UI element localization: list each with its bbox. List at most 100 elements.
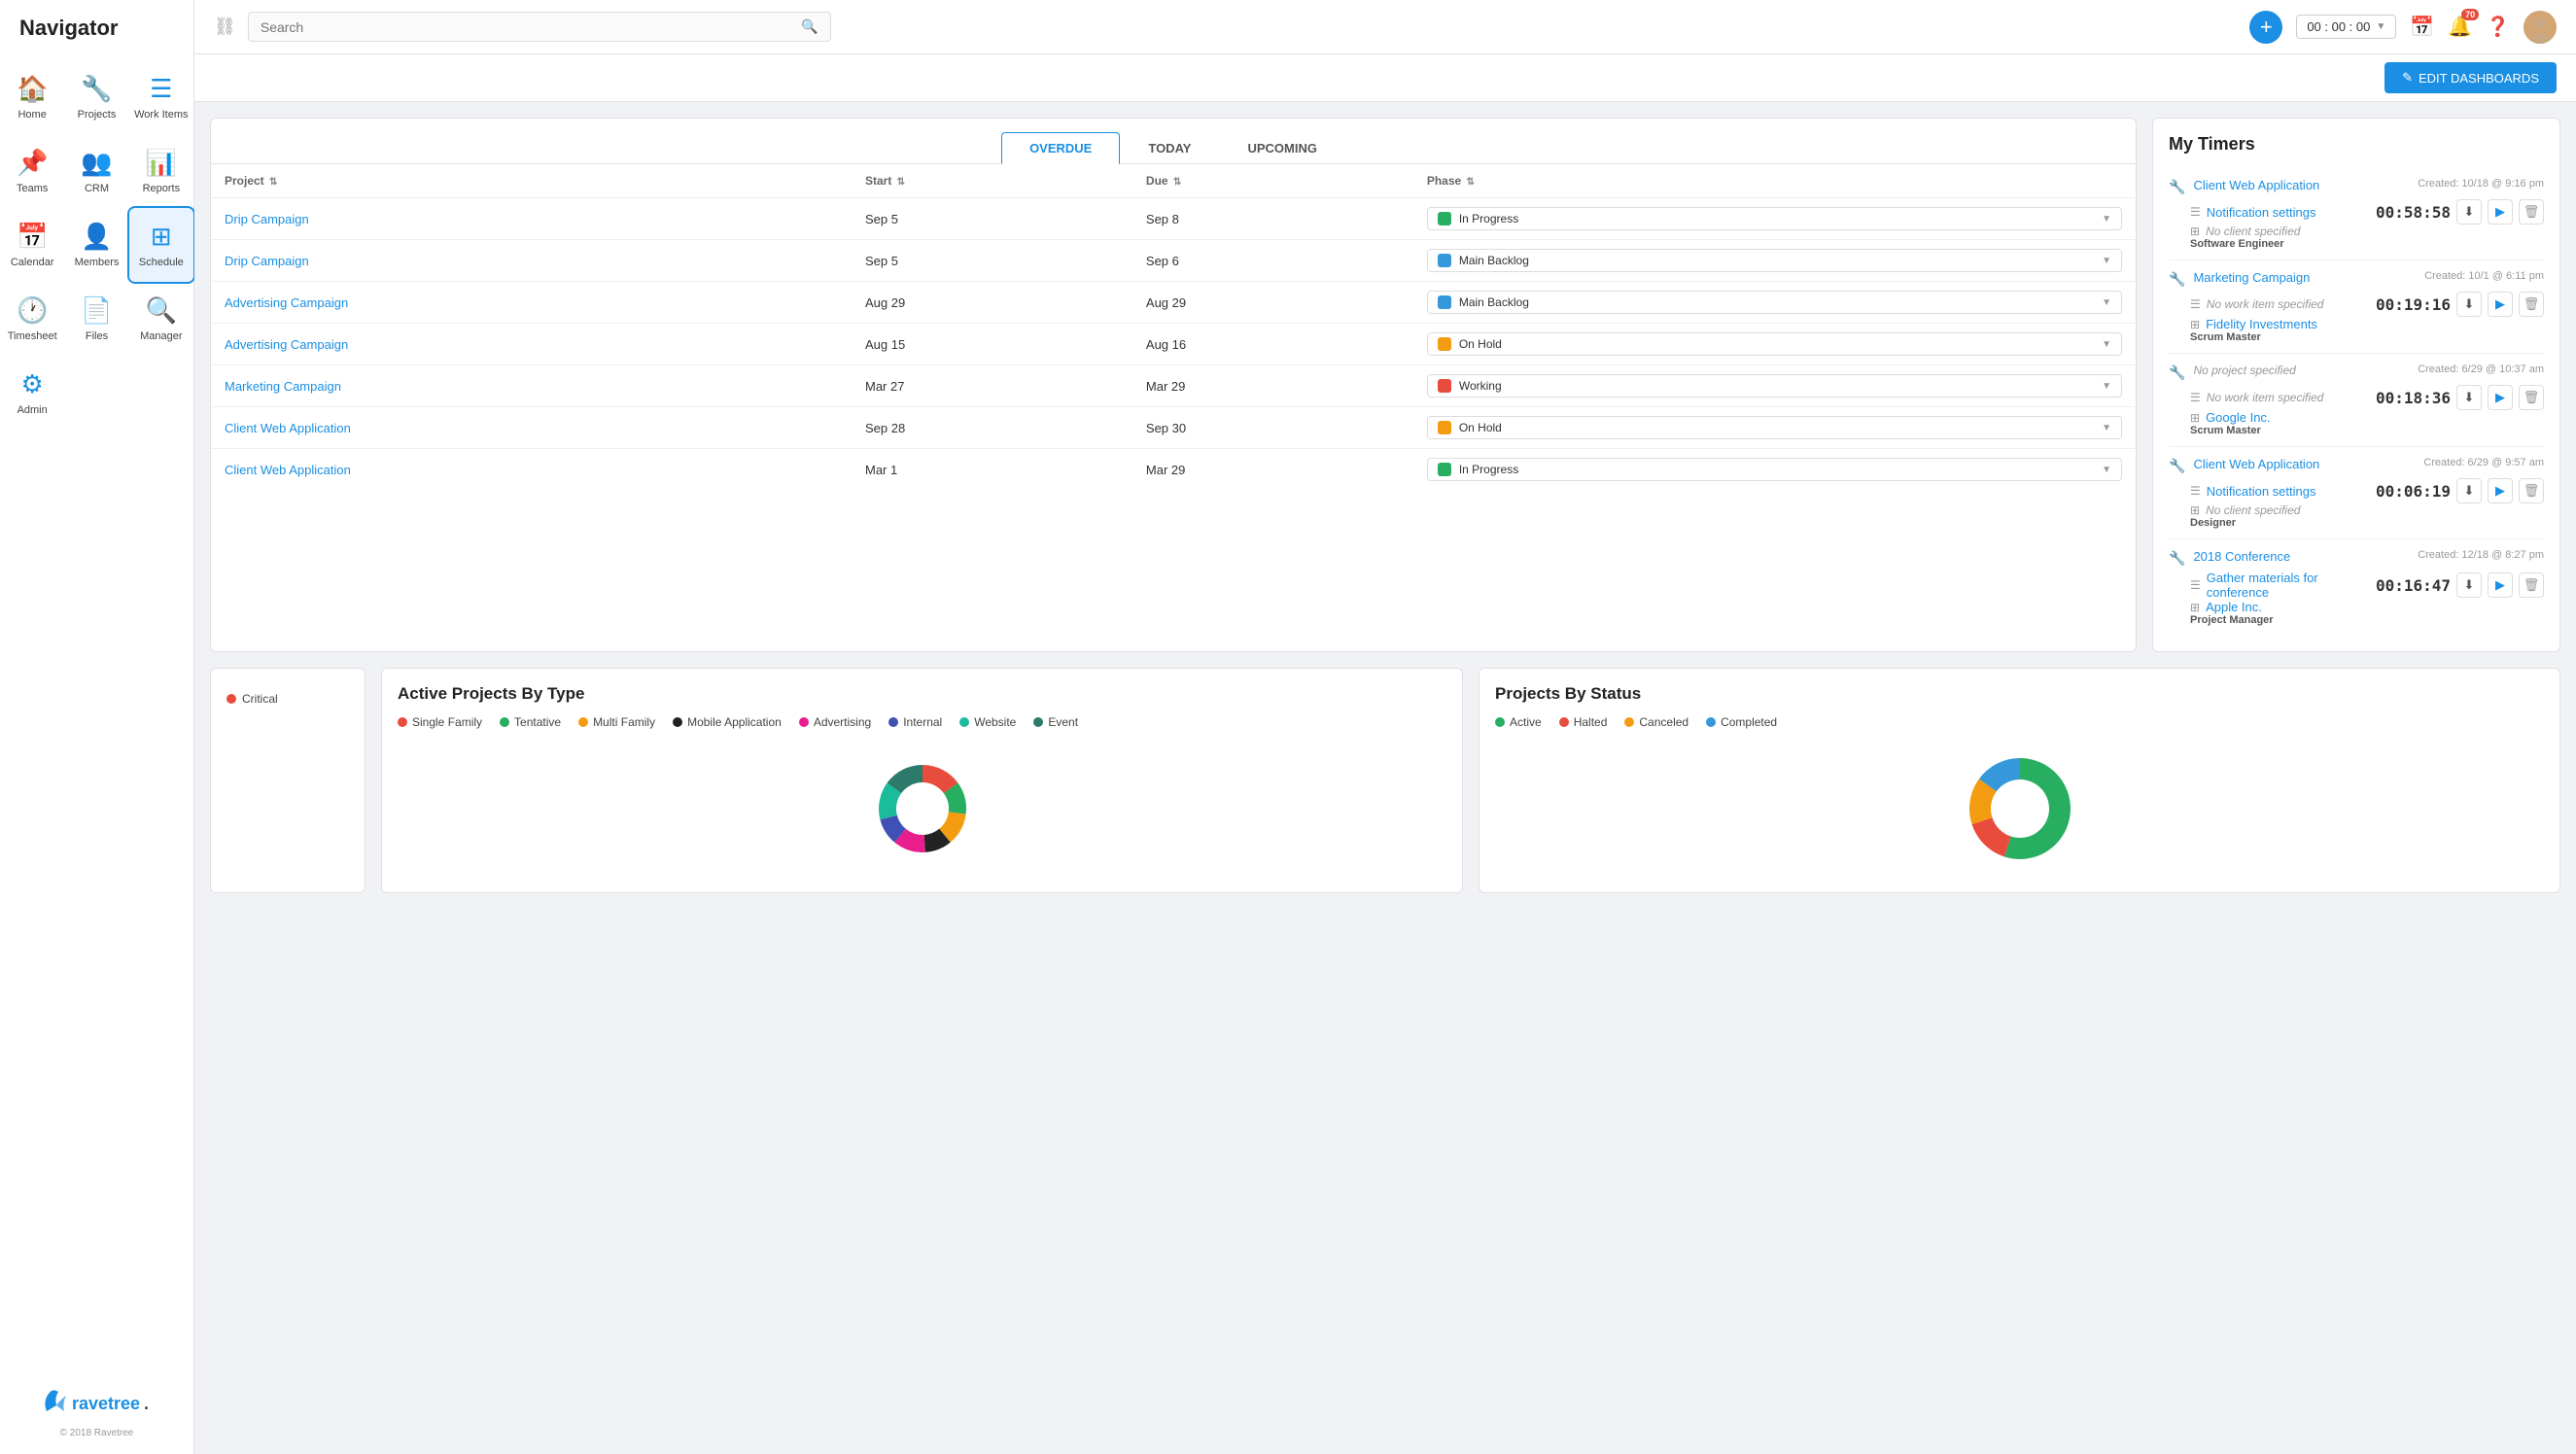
timer-row1: 🔧 Client Web Application Created: 10/18 … — [2169, 178, 2544, 195]
legend-item: Multi Family — [578, 715, 655, 729]
active-projects-card: Active Projects By Type Single Family Te… — [381, 668, 1463, 893]
timer-play-btn[interactable]: ▶ — [2488, 199, 2513, 225]
timer-role: Designer — [2190, 517, 2544, 529]
timer-delete-btn[interactable]: 🗑 — [2519, 478, 2544, 503]
help-btn[interactable]: ❓ — [2486, 15, 2510, 39]
timer-delete-btn[interactable]: 🗑 — [2519, 199, 2544, 225]
project-cell: Client Web Application — [211, 449, 852, 491]
wi-tab-upcoming[interactable]: UPCOMING — [1219, 132, 1345, 163]
sidebar-item-admin[interactable]: ⚙ Admin — [0, 356, 64, 430]
link-icon[interactable]: ⛓ — [214, 17, 236, 37]
legend-item: Single Family — [398, 715, 482, 729]
avatar[interactable] — [2524, 11, 2557, 44]
phase-badge[interactable]: Main Backlog ▼ — [1427, 249, 2122, 272]
phase-text: In Progress — [1459, 212, 2094, 225]
phase-badge[interactable]: Main Backlog ▼ — [1427, 291, 2122, 314]
phase-badge[interactable]: On Hold ▼ — [1427, 416, 2122, 439]
project-link[interactable]: Drip Campaign — [225, 212, 309, 226]
sidebar-item-manager[interactable]: 🔍 Manager — [129, 282, 193, 356]
project-link[interactable]: Client Web Application — [225, 463, 351, 477]
timer-row2: ☰ No work item specified 00:19:16 ⬇ ▶ 🗑 — [2190, 292, 2544, 317]
files-icon: 📄 — [81, 295, 112, 326]
svg-text:.: . — [144, 1394, 149, 1413]
timer-work-item: No work item specified — [2207, 297, 2324, 311]
legend-item: Event — [1033, 715, 1078, 729]
sidebar-item-projects[interactable]: 🔧 Projects — [64, 60, 128, 134]
phase-text: On Hold — [1459, 421, 2094, 434]
sidebar-item-work-items[interactable]: ☰ Work Items — [129, 60, 193, 134]
status-dot — [1624, 717, 1634, 727]
phase-badge[interactable]: In Progress ▼ — [1427, 458, 2122, 481]
sidebar-item-timesheet[interactable]: 🕐 Timesheet — [0, 282, 64, 356]
sidebar-item-schedule[interactable]: ⊞ Schedule — [129, 208, 193, 282]
timer-project[interactable]: 2018 Conference — [2193, 549, 2290, 564]
timer-download-btn[interactable]: ⬇ — [2456, 572, 2482, 598]
timer-row1: 🔧 2018 Conference Created: 12/18 @ 8:27 … — [2169, 549, 2544, 567]
phase-badge[interactable]: Working ▼ — [1427, 374, 2122, 398]
timer-delete-btn[interactable]: 🗑 — [2519, 385, 2544, 410]
timer-widget[interactable]: 00 : 00 : 00 ▼ — [2296, 15, 2396, 39]
sidebar-item-files[interactable]: 📄 Files — [64, 282, 128, 356]
timer-download-btn[interactable]: ⬇ — [2456, 478, 2482, 503]
edit-dashboards-label: EDIT DASHBOARDS — [2419, 71, 2539, 86]
phase-text: Working — [1459, 379, 2094, 393]
timer-download-btn[interactable]: ⬇ — [2456, 199, 2482, 225]
col-start[interactable]: Start ⇅ — [852, 164, 1132, 198]
phase-chevron-icon: ▼ — [2102, 381, 2111, 392]
timer-delete-btn[interactable]: 🗑 — [2519, 292, 2544, 317]
timer-work-item[interactable]: Notification settings — [2207, 484, 2316, 499]
timer-client[interactable]: Fidelity Investments — [2206, 317, 2317, 331]
notification-btn[interactable]: 🔔 70 — [2448, 15, 2472, 39]
project-link[interactable]: Advertising Campaign — [225, 295, 348, 310]
timer-play-btn[interactable]: ▶ — [2488, 385, 2513, 410]
calendar-icon-btn[interactable]: 📅 — [2410, 15, 2434, 39]
timer-controls: 00:06:19 ⬇ ▶ 🗑 — [2376, 478, 2544, 503]
legend-item: Tentative — [500, 715, 561, 729]
phase-cell: Working ▼ — [1413, 365, 2136, 407]
due-cell: Mar 29 — [1132, 449, 1413, 491]
sidebar-item-home[interactable]: 🏠 Home — [0, 60, 64, 134]
timer-role: Scrum Master — [2190, 425, 2544, 436]
col-due[interactable]: Due ⇅ — [1132, 164, 1413, 198]
sidebar-item-calendar[interactable]: 📅 Calendar — [0, 208, 64, 282]
project-link[interactable]: Client Web Application — [225, 421, 351, 435]
timesheet-icon: 🕐 — [17, 295, 48, 326]
wi-tab-today[interactable]: TODAY — [1120, 132, 1219, 163]
timer-delete-btn[interactable]: 🗑 — [2519, 572, 2544, 598]
legend-item: Mobile Application — [673, 715, 782, 729]
phase-dot — [1438, 337, 1451, 351]
timer-project[interactable]: Client Web Application — [2193, 178, 2319, 192]
timer-download-btn[interactable]: ⬇ — [2456, 292, 2482, 317]
sidebar-item-reports[interactable]: 📊 Reports — [129, 134, 193, 208]
sidebar-item-crm[interactable]: 👥 CRM — [64, 134, 128, 208]
timer-play-btn[interactable]: ▶ — [2488, 572, 2513, 598]
phase-badge[interactable]: On Hold ▼ — [1427, 332, 2122, 356]
col-project[interactable]: Project ⇅ — [211, 164, 852, 198]
wrench-icon: 🔧 — [2169, 364, 2185, 381]
project-link[interactable]: Marketing Campaign — [225, 379, 341, 394]
timer-created: Created: 10/1 @ 6:11 pm — [2424, 270, 2544, 282]
add-button[interactable]: + — [2249, 11, 2282, 44]
timer-work-item[interactable]: Notification settings — [2207, 205, 2316, 220]
search-input[interactable] — [261, 19, 802, 35]
phase-cell: On Hold ▼ — [1413, 407, 2136, 449]
timer-play-btn[interactable]: ▶ — [2488, 292, 2513, 317]
project-cell: Drip Campaign — [211, 198, 852, 240]
sidebar-item-teams[interactable]: 📌 Teams — [0, 134, 64, 208]
timer-client[interactable]: Apple Inc. — [2206, 600, 2262, 614]
table-row: Drip Campaign Sep 5 Sep 8 In Progress ▼ — [211, 198, 2136, 240]
phase-badge[interactable]: In Progress ▼ — [1427, 207, 2122, 230]
timer-project[interactable]: Marketing Campaign — [2193, 270, 2310, 285]
timer-work-item[interactable]: Gather materials for conference — [2207, 571, 2370, 600]
timer-project[interactable]: Client Web Application — [2193, 457, 2319, 471]
sidebar-item-members[interactable]: 👤 Members — [64, 208, 128, 282]
edit-dashboards-button[interactable]: ✎ EDIT DASHBOARDS — [2385, 62, 2557, 93]
timer-client[interactable]: Google Inc. — [2206, 410, 2271, 425]
project-link[interactable]: Drip Campaign — [225, 254, 309, 268]
wrench-icon: 🔧 — [2169, 179, 2185, 195]
wi-tab-overdue[interactable]: OVERDUE — [1001, 132, 1120, 164]
timer-play-btn[interactable]: ▶ — [2488, 478, 2513, 503]
project-link[interactable]: Advertising Campaign — [225, 337, 348, 352]
col-phase[interactable]: Phase ⇅ — [1413, 164, 2136, 198]
timer-download-btn[interactable]: ⬇ — [2456, 385, 2482, 410]
